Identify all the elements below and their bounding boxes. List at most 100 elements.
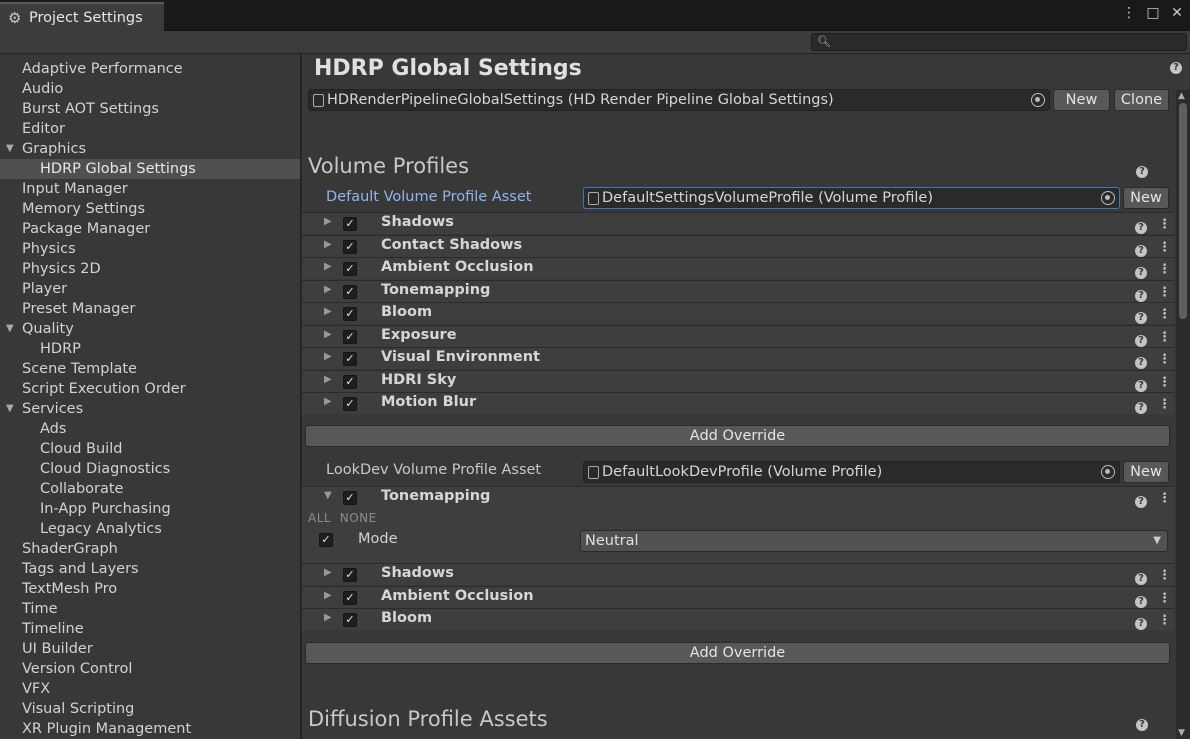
component-enabled-checkbox[interactable]: ✓: [343, 307, 357, 321]
scrollbar-thumb[interactable]: [1179, 103, 1187, 319]
component-menu-icon[interactable]: ⋮: [1158, 306, 1171, 322]
sidebar-item[interactable]: HDRP: [0, 339, 300, 359]
component-enabled-checkbox[interactable]: ✓: [343, 613, 357, 627]
mode-override-checkbox[interactable]: ✓: [319, 533, 333, 547]
component-enabled-checkbox[interactable]: ✓: [343, 352, 357, 366]
sidebar-item[interactable]: Editor: [0, 119, 300, 139]
add-override-button[interactable]: Add Override: [305, 425, 1170, 447]
help-icon[interactable]: ?: [1135, 569, 1147, 585]
sidebar-item[interactable]: Audio: [0, 79, 300, 99]
sidebar-item[interactable]: ▼ Services: [0, 399, 300, 419]
component-enabled-checkbox[interactable]: ✓: [343, 262, 357, 276]
component-menu-icon[interactable]: ⋮: [1158, 239, 1171, 255]
sidebar-item[interactable]: UI Builder: [0, 639, 300, 659]
search-input[interactable]: 🔍︎: [811, 33, 1187, 51]
help-icon[interactable]: ?: [1135, 241, 1147, 257]
component-row[interactable]: ▶ ✓ Shadows? ⋮: [302, 212, 1174, 234]
component-menu-icon[interactable]: ⋮: [1158, 490, 1171, 506]
component-menu-icon[interactable]: ⋮: [1158, 216, 1171, 232]
component-row[interactable]: ▶ ✓ Exposure? ⋮: [302, 324, 1174, 347]
foldout-collapsed-icon[interactable]: ▶: [324, 306, 332, 317]
sidebar-item[interactable]: Ads: [0, 419, 300, 439]
foldout-expanded-icon[interactable]: ▼: [6, 139, 14, 159]
foldout-collapsed-icon[interactable]: ▶: [324, 261, 332, 272]
close-icon[interactable]: ✕: [1170, 6, 1184, 20]
sidebar-item[interactable]: Collaborate: [0, 479, 300, 499]
component-row[interactable]: ▶ ✓ Bloom? ⋮: [302, 608, 1174, 630]
global-settings-asset-field[interactable]: HDRenderPipelineGlobalSettings (HD Rende…: [308, 89, 1050, 111]
sidebar-item[interactable]: Timeline: [0, 619, 300, 639]
sidebar-item[interactable]: ▼ Graphics: [0, 139, 300, 159]
object-picker-icon[interactable]: [1101, 191, 1115, 205]
more-menu-icon[interactable]: ⋮: [1122, 6, 1136, 20]
component-menu-icon[interactable]: ⋮: [1158, 351, 1171, 367]
sidebar-item[interactable]: Physics: [0, 239, 300, 259]
help-icon[interactable]: ?: [1135, 398, 1147, 414]
help-icon[interactable]: ?: [1135, 218, 1147, 234]
component-row[interactable]: ▶ ✓ Ambient Occlusion? ⋮: [302, 257, 1174, 279]
new-global-settings-button[interactable]: New: [1053, 89, 1110, 111]
foldout-collapsed-icon[interactable]: ▶: [324, 396, 332, 407]
sidebar-item[interactable]: Scene Template: [0, 359, 300, 379]
scroll-down-icon[interactable]: ▼: [1178, 728, 1185, 738]
foldout-collapsed-icon[interactable]: ▶: [324, 612, 332, 623]
default-volume-profile-field[interactable]: DefaultSettingsVolumeProfile (Volume Pro…: [583, 187, 1120, 209]
help-icon[interactable]: ?: [1135, 353, 1147, 369]
sidebar-item[interactable]: Input Manager: [0, 179, 300, 199]
foldout-expanded-icon[interactable]: ▼: [324, 490, 332, 501]
component-enabled-checkbox[interactable]: ✓: [343, 329, 357, 344]
sidebar-item[interactable]: Legacy Analytics: [0, 519, 300, 539]
help-icon[interactable]: ?: [1135, 308, 1147, 324]
foldout-expanded-icon[interactable]: ▼: [6, 319, 14, 339]
new-lookdev-volume-profile-button[interactable]: New: [1123, 461, 1169, 483]
help-icon[interactable]: ?: [1135, 331, 1147, 347]
component-menu-icon[interactable]: ⋮: [1158, 284, 1171, 300]
component-menu-icon[interactable]: ⋮: [1158, 329, 1171, 345]
foldout-collapsed-icon[interactable]: ▶: [324, 216, 332, 227]
component-row[interactable]: ▶ ✓ Ambient Occlusion? ⋮: [302, 585, 1174, 608]
component-menu-icon[interactable]: ⋮: [1158, 612, 1171, 628]
vertical-scrollbar[interactable]: ▲ ▼: [1176, 90, 1190, 739]
foldout-collapsed-icon[interactable]: ▶: [324, 590, 332, 601]
sidebar-item[interactable]: Player: [0, 279, 300, 299]
help-icon[interactable]: ?: [1135, 376, 1147, 392]
component-enabled-checkbox[interactable]: ✓: [343, 374, 357, 389]
sidebar-item[interactable]: VFX: [0, 679, 300, 699]
component-menu-icon[interactable]: ⋮: [1158, 396, 1171, 412]
volume-profiles-help-icon[interactable]: ?: [1136, 162, 1148, 178]
component-row[interactable]: ▶ ✓ Shadows? ⋮: [302, 563, 1174, 585]
all-toggle[interactable]: ALL: [308, 511, 331, 525]
sidebar-item[interactable]: Time: [0, 599, 300, 619]
sidebar-item[interactable]: Physics 2D: [0, 259, 300, 279]
new-default-volume-profile-button[interactable]: New: [1123, 187, 1169, 209]
sidebar-item[interactable]: Cloud Build: [0, 439, 300, 459]
component-menu-icon[interactable]: ⋮: [1158, 374, 1171, 390]
component-menu-icon[interactable]: ⋮: [1158, 261, 1171, 277]
mode-dropdown[interactable]: Neutral ▼: [580, 530, 1168, 552]
component-enabled-checkbox[interactable]: ✓: [343, 239, 357, 254]
none-toggle[interactable]: NONE: [340, 511, 377, 525]
sidebar-item[interactable]: TextMesh Pro: [0, 579, 300, 599]
component-row[interactable]: ▶ ✓ Contact Shadows? ⋮: [302, 234, 1174, 257]
sidebar-item[interactable]: Burst AOT Settings: [0, 99, 300, 119]
object-picker-icon[interactable]: [1101, 465, 1115, 479]
component-row[interactable]: ▶ ✓ HDRI Sky? ⋮: [302, 369, 1174, 392]
sidebar-item[interactable]: Tags and Layers: [0, 559, 300, 579]
component-row[interactable]: ▶ ✓ Bloom? ⋮: [302, 302, 1174, 324]
component-enabled-checkbox[interactable]: ✓: [343, 590, 357, 605]
component-menu-icon[interactable]: ⋮: [1158, 590, 1171, 606]
help-icon[interactable]: ?: [1135, 286, 1147, 302]
help-icon[interactable]: ?: [1135, 492, 1147, 508]
component-enabled-checkbox[interactable]: ✓: [343, 491, 357, 505]
sidebar-item[interactable]: XR Plugin Management: [0, 719, 300, 739]
help-icon[interactable]: ?: [1135, 592, 1147, 608]
help-icon[interactable]: ?: [1170, 58, 1182, 74]
component-menu-icon[interactable]: ⋮: [1158, 567, 1171, 583]
foldout-collapsed-icon[interactable]: ▶: [324, 284, 332, 295]
sidebar-item[interactable]: In-App Purchasing: [0, 499, 300, 519]
component-row[interactable]: ▶ ✓ Tonemapping? ⋮: [302, 279, 1174, 302]
foldout-collapsed-icon[interactable]: ▶: [324, 351, 332, 362]
component-enabled-checkbox[interactable]: ✓: [343, 284, 357, 299]
foldout-collapsed-icon[interactable]: ▶: [324, 567, 332, 578]
foldout-collapsed-icon[interactable]: ▶: [324, 329, 332, 340]
